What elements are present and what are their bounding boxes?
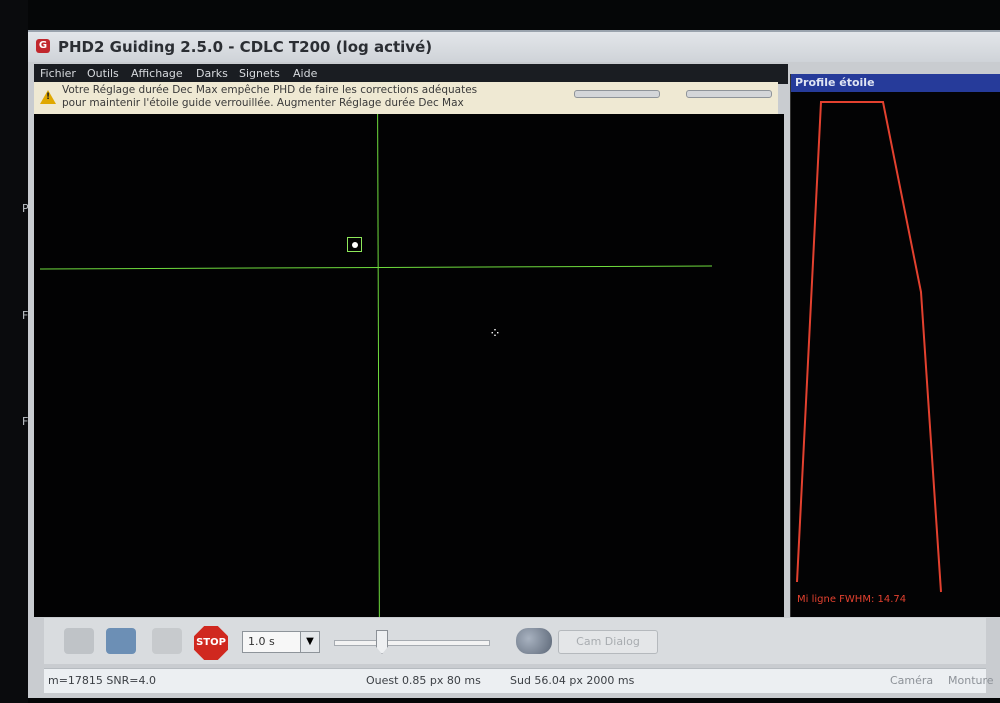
lock-position-icon: ⁘ <box>489 326 501 342</box>
crosshair-horizontal <box>40 265 712 270</box>
app-icon: G <box>36 39 50 53</box>
menu-bar: Fichier Outils Affichage Darks Signets A… <box>34 64 788 84</box>
cam-dialog-button[interactable]: Cam Dialog <box>558 630 658 654</box>
status-mount: Monture <box>948 674 994 687</box>
warning-action-button-1[interactable] <box>574 90 660 98</box>
menu-affichage[interactable]: Affichage <box>131 67 183 80</box>
menu-signets[interactable]: Signets <box>239 67 280 80</box>
desktop-left-strip <box>0 0 28 703</box>
crosshair-vertical <box>377 114 380 617</box>
menu-fichier[interactable]: Fichier <box>40 67 76 80</box>
app-window: G PHD2 Guiding 2.5.0 - CDLC T200 (log ac… <box>28 30 1000 698</box>
guide-target-icon[interactable] <box>152 628 182 654</box>
gamma-slider-thumb[interactable] <box>376 630 388 654</box>
brain-icon[interactable] <box>516 628 552 654</box>
title-bar[interactable]: G PHD2 Guiding 2.5.0 - CDLC T200 (log ac… <box>28 32 1000 62</box>
star-profile-panel: Profile étoile Mi ligne FWHM: 14.74 <box>790 74 1000 617</box>
warning-action-button-2[interactable] <box>686 90 772 98</box>
status-star: m=17815 SNR=4.0 <box>48 674 156 687</box>
status-south: Sud 56.04 px 2000 ms <box>510 674 635 687</box>
warning-line-1: Votre Réglage durée Dec Max empêche PHD … <box>62 84 478 96</box>
exposure-select[interactable]: 1.0 s ▼ <box>242 631 320 653</box>
warning-line-2: pour maintenir l'étoile guide verrouillé… <box>62 97 464 109</box>
warning-message: Votre Réglage durée Dec Max empêche PHD … <box>62 84 502 110</box>
guide-star <box>352 242 358 248</box>
status-west: Ouest 0.85 px 80 ms <box>366 674 481 687</box>
stop-button[interactable]: STOP <box>194 626 228 660</box>
status-bar: m=17815 SNR=4.0 Ouest 0.85 px 80 ms Sud … <box>44 668 994 693</box>
toolbar: STOP 1.0 s ▼ Cam Dialog <box>44 618 986 664</box>
loop-icon[interactable] <box>106 628 136 654</box>
chevron-down-icon[interactable]: ▼ <box>300 632 319 652</box>
exposure-value: 1.0 s <box>248 635 275 648</box>
warning-icon: ! <box>40 90 56 104</box>
window-title: PHD2 Guiding 2.5.0 - CDLC T200 (log acti… <box>58 38 433 56</box>
guide-star-box[interactable] <box>347 237 362 252</box>
menu-aide[interactable]: Aide <box>293 67 317 80</box>
guide-camera-view[interactable]: ⁘ <box>34 114 784 617</box>
gamma-slider-track[interactable] <box>334 640 490 646</box>
status-camera: Caméra <box>890 674 934 687</box>
camera-icon[interactable] <box>64 628 94 654</box>
profile-header: Profile étoile <box>791 74 1000 92</box>
menu-outils[interactable]: Outils <box>87 67 119 80</box>
profile-readout: Mi ligne FWHM: 14.74 <box>797 594 907 605</box>
star-profile-curve <box>796 101 942 593</box>
warning-bar: ! Votre Réglage durée Dec Max empêche PH… <box>34 82 778 114</box>
profile-title: Profile étoile <box>795 76 875 89</box>
star-profile-graph <box>796 101 942 593</box>
menu-darks[interactable]: Darks <box>196 67 228 80</box>
